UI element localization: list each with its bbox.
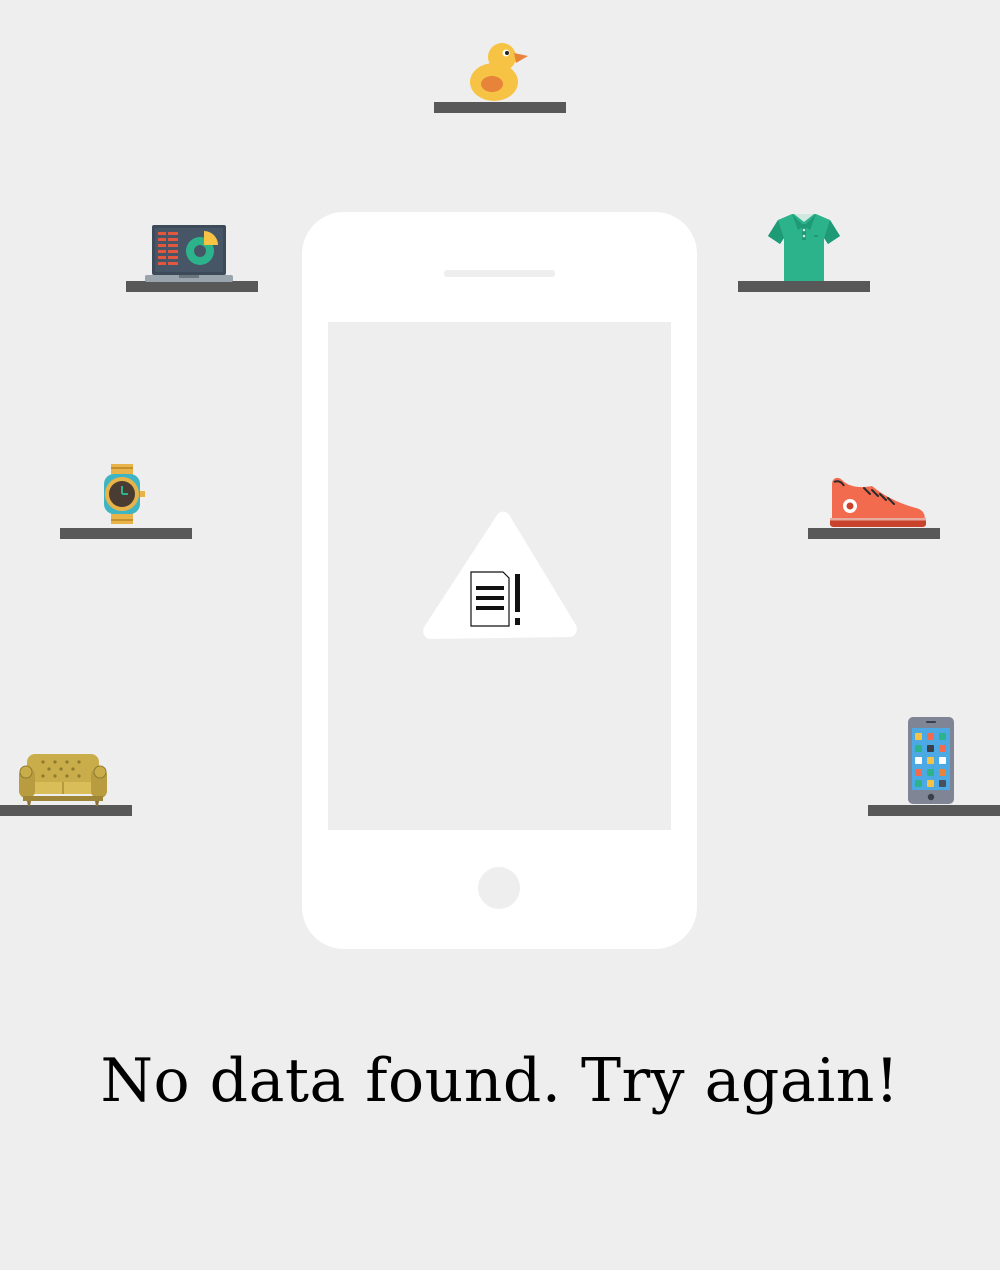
sneaker-icon (828, 474, 928, 532)
rubber-duck-icon (466, 38, 532, 108)
smartphone-apps-icon (907, 716, 955, 809)
phone-speaker (444, 270, 555, 277)
phone-illustration (302, 212, 697, 949)
polo-shirt-icon (766, 212, 842, 286)
wristwatch-icon (98, 462, 148, 530)
phone-screen (328, 322, 671, 830)
laptop-chart-icon (145, 223, 233, 287)
armchair-sofa-icon (17, 752, 109, 810)
document-warning-icon (423, 510, 577, 650)
phone-home-button (478, 867, 520, 909)
empty-state-message: No data found. Try again! (100, 1046, 900, 1116)
